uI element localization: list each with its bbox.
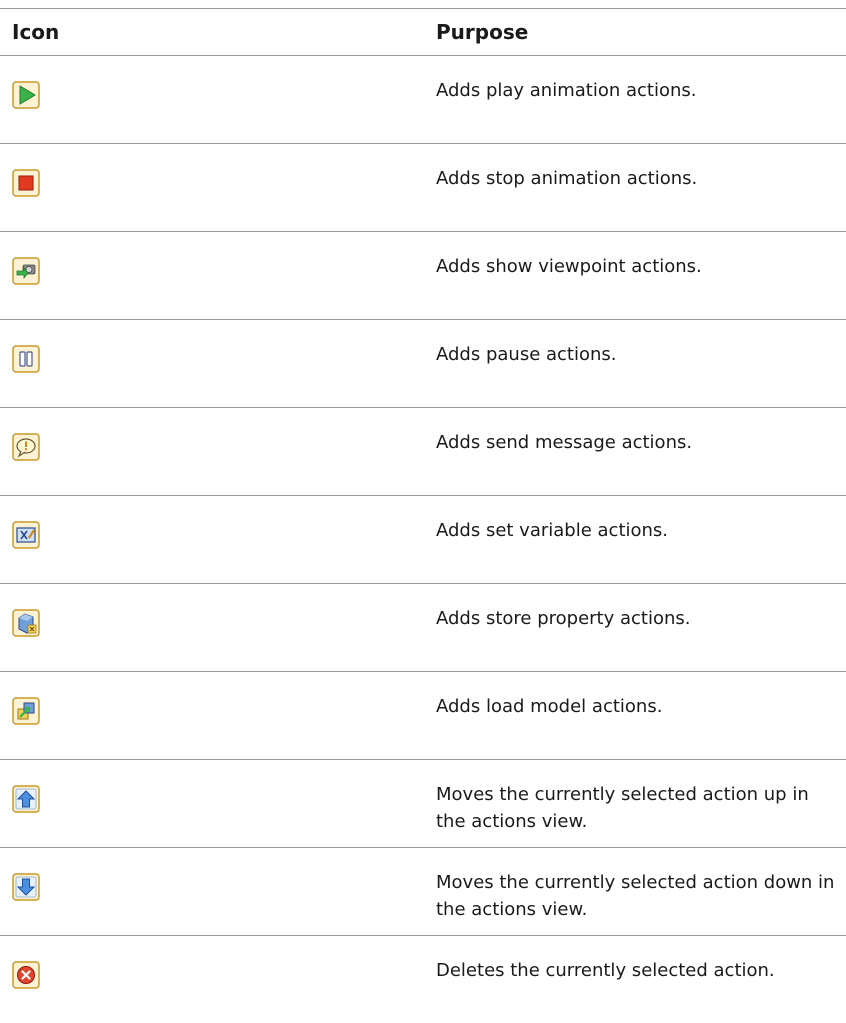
purpose-text: Moves the currently selected action down… <box>436 872 835 920</box>
purpose-text: Adds load model actions. <box>436 696 663 717</box>
table-row: Adds load model actions. <box>0 672 846 759</box>
pause-icon <box>12 345 40 373</box>
table-row: Moves the currently selected action up i… <box>0 760 846 847</box>
purpose-text: Adds stop animation actions. <box>436 168 698 189</box>
table-row: Adds store property actions. <box>0 584 846 671</box>
purpose-column-header: Purpose <box>436 20 529 44</box>
send-message-icon <box>12 433 40 461</box>
purpose-text: Moves the currently selected action up i… <box>436 784 809 832</box>
purpose-text: Adds store property actions. <box>436 608 691 629</box>
table-row: Adds send message actions. <box>0 408 846 495</box>
icon-column-header: Icon <box>12 20 60 44</box>
table-row: Deletes the currently selected action. <box>0 936 846 1023</box>
purpose-text: Adds show viewpoint actions. <box>436 256 702 277</box>
table-row: Adds stop animation actions. <box>0 144 846 231</box>
play-icon <box>12 81 40 109</box>
purpose-text: Adds play animation actions. <box>436 80 697 101</box>
purpose-text: Adds pause actions. <box>436 344 617 365</box>
purpose-text: Adds set variable actions. <box>436 520 669 541</box>
purpose-text: Deletes the currently selected action. <box>436 960 775 981</box>
move-down-icon <box>12 873 40 901</box>
table-header-row: Icon Purpose <box>0 9 846 55</box>
table-row: Adds show viewpoint actions. <box>0 232 846 319</box>
set-variable-icon <box>12 521 40 549</box>
load-model-icon <box>12 697 40 725</box>
table-row: Adds play animation actions. <box>0 56 846 143</box>
delete-icon <box>12 961 40 989</box>
table-row: Moves the currently selected action down… <box>0 848 846 935</box>
stop-icon <box>12 169 40 197</box>
table-row: Adds set variable actions. <box>0 496 846 583</box>
show-viewpoint-icon <box>12 257 40 285</box>
move-up-icon <box>12 785 40 813</box>
store-property-icon <box>12 609 40 637</box>
table-row: Adds pause actions. <box>0 320 846 407</box>
icon-purpose-table: Icon Purpose Adds play animation actions… <box>0 8 846 1023</box>
purpose-text: Adds send message actions. <box>436 432 693 453</box>
